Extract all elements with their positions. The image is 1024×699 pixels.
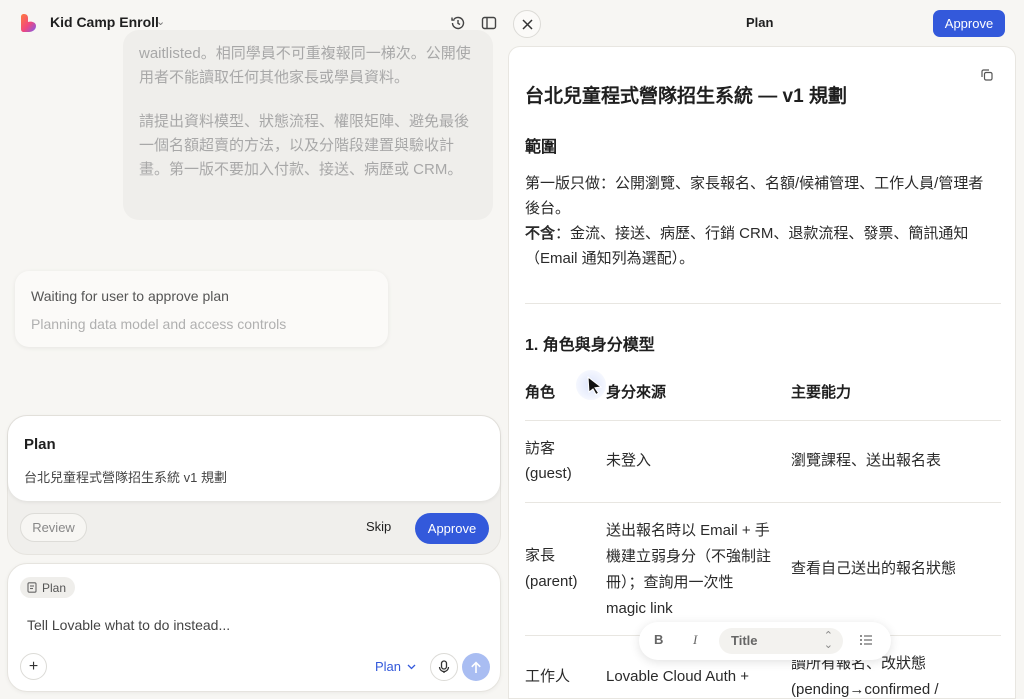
chevron-down-icon [407, 664, 416, 669]
bold-button[interactable]: B [654, 632, 663, 647]
scope-exclusion-label: 不含 [525, 225, 556, 242]
plan-chip[interactable]: Plan [20, 577, 76, 598]
chevron-updown-icon: ⌃ ⌄ [823, 630, 833, 651]
italic-button[interactable]: I [693, 632, 697, 648]
text-style-label: Title [731, 633, 758, 648]
table-header-ability: 主要能力 [791, 384, 852, 401]
document-icon [27, 582, 37, 593]
table-header-role: 角色 [525, 384, 556, 401]
project-title[interactable]: Kid Camp Enroll [50, 14, 159, 30]
chat-pane: Kid Camp Enroll ⌄ waitlisted。相同學員不可重複報同一… [0, 0, 508, 699]
status-subtitle: Planning data model and access controls [31, 316, 287, 332]
format-toolbar: B I Title ⌃ ⌄ [639, 622, 891, 660]
bullet-list-icon[interactable] [859, 633, 873, 647]
section-heading-roles: 1. 角色與身分模型 [525, 337, 655, 354]
table-cell-role: 家長 (parent) [525, 547, 578, 590]
review-button[interactable]: Review [20, 513, 87, 542]
plan-card-label: Plan [24, 436, 56, 453]
table-row-divider [525, 502, 1001, 503]
skip-button[interactable]: Skip [366, 519, 391, 534]
close-icon[interactable] [513, 10, 541, 38]
scope-exclusion-text: ：金流、接送、病歷、行銷 CRM、退款流程、發票、簡訊通知（Email 通知列為… [525, 225, 969, 267]
status-title: Waiting for user to approve plan [31, 288, 229, 304]
microphone-icon[interactable] [430, 653, 458, 681]
table-cell-role: 訪客 (guest) [525, 440, 572, 482]
table-cell-source: Lovable Cloud Auth + [606, 668, 750, 685]
scope-paragraph: 第一版只做：公開瀏覽、家長報名、名額/候補管理、工作人員/管理者後台。 不含：金… [525, 171, 995, 271]
section-heading-scope: 範圍 [525, 139, 558, 156]
panel-title: Plan [746, 15, 774, 30]
plan-card[interactable]: Plan 台北兒童程式營隊招生系統 v1 規劃 [8, 416, 500, 501]
table-cell-ability: 瀏覽課程、送出報名表 [791, 452, 942, 469]
agent-status-card: Waiting for user to approve plan Plannin… [15, 271, 388, 347]
plan-approval-panel: Plan 台北兒童程式營隊招生系統 v1 規劃 Review Skip Appr… [7, 415, 501, 555]
mode-select-label: Plan [375, 659, 402, 674]
table-cell-role: 工作人 [525, 668, 571, 685]
plus-icon[interactable]: + [20, 653, 47, 680]
table-header-source: 身分來源 [606, 384, 667, 401]
message-composer: Plan Tell Lovable what to do instead... … [7, 563, 501, 692]
approve-button[interactable]: Approve [415, 513, 489, 544]
user-message: waitlisted。相同學員不可重複報同一梯次。公開使用者不能讀取任何其他家長… [123, 30, 493, 220]
mode-select[interactable]: Plan [375, 659, 416, 674]
plan-chip-label: Plan [42, 580, 67, 595]
text-style-select[interactable]: Title ⌃ ⌄ [719, 628, 843, 654]
document-title: 台北兒童程式營隊招生系統 — v1 規劃 [525, 86, 847, 107]
user-message-paragraph: 請提出資料模型、狀態流程、權限矩陣、避免最後一個名額超賣的方法，以及分階段建置與… [139, 113, 470, 178]
section-divider [525, 303, 1001, 304]
copy-icon[interactable] [981, 69, 993, 81]
app-logo-icon [21, 14, 36, 32]
table-cell-source: 送出報名時以 Email + 手機建立弱身分（不強制註冊）；查詢用一次性 mag… [606, 522, 772, 617]
mouse-cursor-icon [587, 376, 603, 396]
chevron-down-icon[interactable]: ⌄ [156, 15, 165, 28]
plan-card-description: 台北兒童程式營隊招生系統 v1 規劃 [24, 470, 227, 485]
table-cell-source: 未登入 [606, 452, 652, 469]
composer-input[interactable]: Tell Lovable what to do instead... [27, 617, 230, 633]
scope-line: 第一版只做：公開瀏覽、家長報名、名額/候補管理、工作人員/管理者後台。 [525, 175, 984, 217]
user-message-paragraph: waitlisted。相同學員不可重複報同一梯次。公開使用者不能讀取任何其他家長… [139, 45, 471, 86]
approve-plan-button[interactable]: Approve [933, 10, 1005, 37]
send-arrow-icon[interactable] [462, 653, 490, 681]
table-row-divider [525, 420, 1001, 421]
table-cell-ability: 查看自己送出的報名狀態 [791, 560, 957, 577]
